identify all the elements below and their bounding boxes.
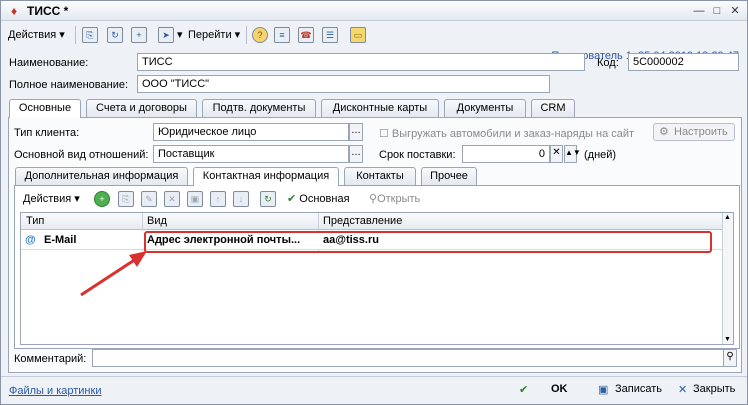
at-icon: @ xyxy=(25,234,36,246)
window-title: ТИСС * xyxy=(27,4,69,18)
column-value[interactable]: Представление xyxy=(323,215,402,227)
comment-search-icon[interactable]: ⚲ xyxy=(723,349,737,367)
cell-type[interactable]: E-Mail xyxy=(44,234,76,246)
open-button[interactable]: ⚲Открыть xyxy=(369,190,420,208)
code-input[interactable]: 5С000002 xyxy=(628,53,739,71)
name-label: Наименование: xyxy=(9,57,89,69)
column-kind[interactable]: Вид xyxy=(147,215,167,227)
full-name-input[interactable]: ООО "ТИСС" xyxy=(137,75,550,93)
edit-icon[interactable]: ✎ xyxy=(141,191,157,207)
help-icon[interactable]: ? xyxy=(252,27,268,43)
delete-icon[interactable]: ✕ xyxy=(164,191,180,207)
save-button[interactable]: Записать xyxy=(615,383,662,395)
tab-documents[interactable]: Документы xyxy=(444,99,526,117)
tab-discount-cards[interactable]: Дисконтные карты xyxy=(321,99,439,117)
toolbar-separator xyxy=(246,26,247,44)
search-icon: ⚲ xyxy=(369,193,378,205)
move-up-icon[interactable]: ↑ xyxy=(210,191,226,207)
name-input[interactable]: ТИСС xyxy=(137,53,585,71)
app-icon: ♦ xyxy=(10,4,18,18)
full-name-label: Полное наименование: xyxy=(9,79,129,91)
scroll-down-icon[interactable]: ▼ xyxy=(724,336,731,343)
client-type-input[interactable]: Юридическое лицо xyxy=(153,123,349,141)
delivery-label: Срок поставки: xyxy=(379,149,456,161)
tab-main[interactable]: Основные xyxy=(9,99,81,118)
relation-select-button[interactable]: … xyxy=(349,145,363,163)
title-bar: ♦ ТИСС * — □ ✕ xyxy=(1,1,747,21)
goto-menu[interactable]: Перейти ▾ xyxy=(188,26,240,44)
subtab-other[interactable]: Прочее xyxy=(421,167,477,185)
annotation-arrow xyxy=(80,251,147,297)
delivery-input[interactable]: 0 xyxy=(462,145,550,163)
copy-row-icon[interactable]: ⎘ xyxy=(118,191,134,207)
subtab-contact-info[interactable]: Контактная информация xyxy=(193,167,339,186)
close-button[interactable]: Закрыть xyxy=(693,383,735,395)
end-edit-icon[interactable]: ▣ xyxy=(187,191,203,207)
main-window: ♦ ТИСС * — □ ✕ Действия ▾ ⎘ ↻ + ➤ ▾ Пере… xyxy=(0,0,748,405)
delivery-clear-button[interactable]: ✕ xyxy=(550,145,563,163)
save-close-icon[interactable]: ⎘ xyxy=(82,27,98,43)
table-header: Тип Вид Представление xyxy=(21,213,733,230)
close-window-button[interactable]: ✕ xyxy=(727,4,743,18)
check-icon: ✔ xyxy=(287,193,297,205)
column-type[interactable]: Тип xyxy=(26,215,44,227)
refresh-icon[interactable]: ↻ xyxy=(107,27,123,43)
copy-icon[interactable]: + xyxy=(131,27,147,43)
client-type-select-button[interactable]: … xyxy=(349,123,363,141)
table-scrollbar[interactable]: ▲ ▼ xyxy=(722,213,733,344)
configure-icon: ⚙ xyxy=(659,126,669,138)
export-checkbox[interactable]: ☐ Выгружать автомобили и заказ-наряды на… xyxy=(379,127,634,140)
grid-actions-menu[interactable]: Действия ▾ xyxy=(23,190,80,208)
comment-input[interactable] xyxy=(92,349,724,367)
ok-button[interactable]: OK xyxy=(551,383,568,395)
move-down-icon[interactable]: ↓ xyxy=(233,191,249,207)
main-toolbar: Действия ▾ ⎘ ↻ + ➤ ▾ Перейти ▾ ? ≡ ☎ ☰ ▭… xyxy=(1,23,747,62)
maximize-button[interactable]: □ xyxy=(709,4,725,18)
delivery-stepper[interactable]: ▲▼ xyxy=(564,145,581,163)
structure-icon[interactable]: ≡ xyxy=(274,27,290,43)
refresh-icon[interactable]: ↻ xyxy=(260,191,276,207)
files-link[interactable]: Файлы и картинки xyxy=(9,385,101,397)
client-type-label: Тип клиента: xyxy=(14,127,80,139)
save-icon: ▣ xyxy=(598,384,609,396)
scroll-up-icon[interactable]: ▲ xyxy=(724,214,731,221)
set-main-button[interactable]: ✔ Основная xyxy=(287,190,350,208)
actions-menu[interactable]: Действия ▾ xyxy=(8,26,65,44)
minimize-button[interactable]: — xyxy=(691,4,707,18)
tab-crm[interactable]: CRM xyxy=(531,99,575,117)
toolbar-separator xyxy=(75,26,76,44)
tab-confirm-docs[interactable]: Подтв. документы xyxy=(202,99,316,117)
ok-icon: ✔ xyxy=(519,384,529,396)
footer-bar: Файлы и картинки ✔ OK ▣ Записать ✕ Закры… xyxy=(1,376,747,404)
comment-label: Комментарий: xyxy=(14,353,87,365)
relation-label: Основной вид отношений: xyxy=(14,149,149,161)
highlight-box xyxy=(144,231,712,253)
tab-accounts[interactable]: Счета и договоры xyxy=(86,99,197,117)
relation-input[interactable]: Поставщик xyxy=(153,145,349,163)
subtab-additional-info[interactable]: Дополнительная информация xyxy=(15,167,188,185)
close-icon: ✕ xyxy=(678,384,688,396)
list-icon[interactable]: ☰ xyxy=(322,27,338,43)
goto-arrow[interactable]: ▾ xyxy=(177,26,183,44)
card-icon[interactable]: ▭ xyxy=(350,27,366,43)
configure-button[interactable]: ⚙ Настроить xyxy=(653,123,735,141)
code-label: Код: xyxy=(597,57,619,69)
phone-icon[interactable]: ☎ xyxy=(298,27,314,43)
delivery-unit: (дней) xyxy=(584,149,617,161)
goto-icon[interactable]: ➤ xyxy=(158,27,174,43)
subtab-contacts[interactable]: Контакты xyxy=(344,167,416,185)
add-icon[interactable]: + xyxy=(94,191,110,207)
